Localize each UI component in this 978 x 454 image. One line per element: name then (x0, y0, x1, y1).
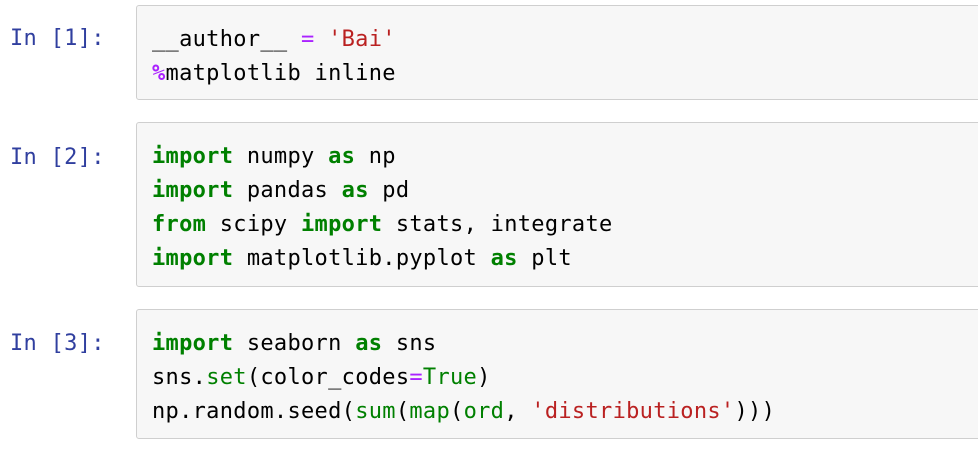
code-line: import pandas as pd (152, 174, 978, 208)
code-builtin: set (206, 365, 247, 390)
code-text: ( (395, 399, 410, 424)
code-builtin: True (422, 365, 478, 390)
code-builtin: map (409, 399, 451, 424)
code-line: import numpy as np (152, 140, 978, 174)
code-text: stats, integrate (382, 212, 613, 237)
code-operator: = (301, 27, 315, 52)
code-text: np.random.seed( (152, 399, 356, 424)
cell-prompt: In [1]: (10, 26, 105, 51)
code-keyword: as (328, 144, 356, 169)
code-line: import matplotlib.pyplot as plt (152, 242, 978, 276)
code-string: 'Bai' (328, 27, 396, 52)
code-keyword: import (152, 144, 234, 169)
code-operator: = (409, 365, 423, 390)
code-text: __author__ (152, 27, 301, 52)
code-text: numpy (233, 144, 329, 169)
code-builtin: ord (463, 399, 505, 424)
code-keyword: import (152, 178, 234, 203)
code-input-area[interactable]: import seaborn as sns sns.set(color_code… (136, 309, 978, 439)
code-string: 'distributions' (531, 399, 735, 424)
code-keyword: from (152, 212, 207, 237)
code-keyword: as (490, 246, 518, 271)
code-keyword: import (152, 246, 234, 271)
code-line: __author__ = 'Bai' (152, 23, 978, 57)
code-text: ) (477, 365, 491, 390)
code-input-area[interactable]: __author__ = 'Bai' %matplotlib inline (136, 5, 978, 100)
code-text: plt (517, 246, 572, 271)
code-text: ))) (734, 399, 776, 424)
code-text: sns. (152, 365, 207, 390)
code-text: matplotlib.pyplot (233, 246, 491, 271)
code-text: scipy (206, 212, 302, 237)
cell-prompt: In [2]: (10, 145, 105, 170)
code-text: seaborn (233, 331, 356, 356)
cell-prompt: In [3]: (10, 331, 105, 356)
code-line: %matplotlib inline (152, 57, 978, 91)
code-keyword: import (152, 331, 234, 356)
code-line: np.random.seed(sum(map(ord, 'distributio… (152, 395, 978, 429)
code-builtin: sum (355, 399, 396, 424)
code-text: ( (450, 399, 464, 424)
code-text: (color_codes (246, 365, 410, 390)
code-line: import seaborn as sns (152, 327, 978, 361)
code-keyword: import (301, 212, 383, 237)
code-text: matplotlib inline (165, 61, 396, 86)
code-keyword: as (341, 178, 369, 203)
code-input-area[interactable]: import numpy as np import pandas as pd f… (136, 122, 978, 287)
code-text: np (355, 144, 396, 169)
code-line: from scipy import stats, integrate (152, 208, 978, 242)
code-line: sns.set(color_codes=True) (152, 361, 978, 395)
code-magic: % (152, 61, 166, 86)
code-text: pandas (233, 178, 342, 203)
code-text: , (504, 399, 532, 424)
code-text: pd (368, 178, 410, 203)
code-keyword: as (355, 331, 383, 356)
code-text: sns (382, 331, 437, 356)
